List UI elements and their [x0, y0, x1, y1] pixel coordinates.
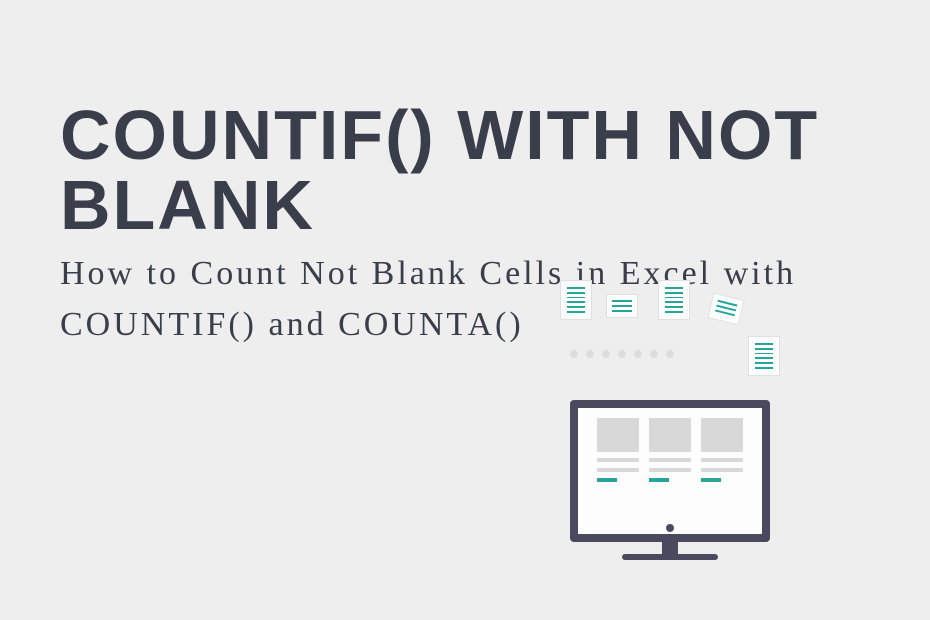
document-icon — [560, 280, 592, 320]
dots-decoration — [570, 350, 674, 358]
monitor-base-icon — [622, 554, 718, 560]
monitor-stand-icon — [662, 542, 678, 554]
document-icon — [748, 336, 780, 376]
page-title: COUNTIF() WITH NOT BLANK — [60, 100, 870, 240]
computer-illustration — [500, 280, 840, 560]
document-icon — [606, 294, 638, 318]
document-icon — [707, 293, 744, 326]
monitor-button-icon — [666, 524, 674, 532]
document-icon — [658, 280, 690, 320]
monitor-icon — [570, 400, 770, 542]
